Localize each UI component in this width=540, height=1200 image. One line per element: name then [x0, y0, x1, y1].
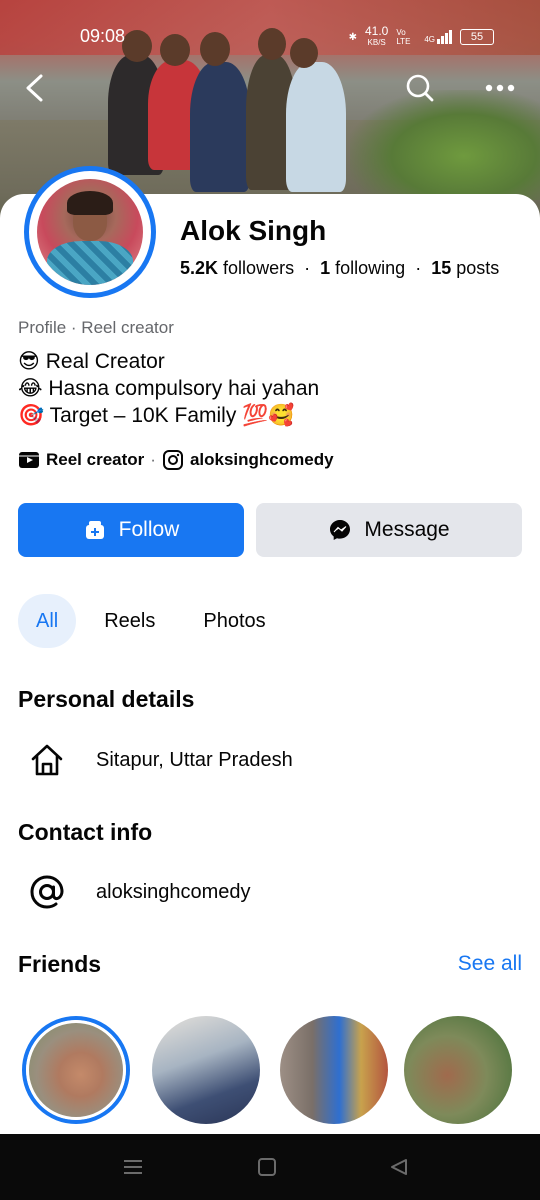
profile-tabs: All Reels Photos	[18, 594, 284, 648]
profile-stats: 5.2K followers · 1 following · 15 posts	[180, 258, 500, 278]
posts-link[interactable]: 15 posts	[431, 258, 499, 278]
follow-button[interactable]: Follow	[18, 503, 244, 557]
messenger-icon	[330, 520, 351, 540]
reel-icon	[19, 452, 39, 468]
status-time: 09:08	[80, 26, 126, 46]
at-sign-icon	[30, 875, 64, 909]
tab-reels[interactable]: Reels	[86, 594, 173, 648]
contact-info-title: Contact info	[18, 819, 153, 845]
follow-label: Follow	[118, 518, 180, 541]
avatar-image	[37, 179, 143, 285]
follow-icon	[85, 521, 104, 539]
friend-avatar[interactable]	[22, 1016, 130, 1124]
system-back-button[interactable]	[384, 1154, 414, 1180]
profile-links: Reel creator · aloksinghcomedy	[18, 449, 334, 471]
see-all-friends-link[interactable]: See all	[458, 952, 522, 976]
location-text: Sitapur, Uttar Pradesh	[96, 748, 293, 771]
back-button[interactable]	[14, 68, 54, 108]
bio-line: 🎯 Target – 10K Family 💯🥰	[18, 404, 295, 427]
home-button[interactable]	[252, 1154, 282, 1180]
friends-title: Friends	[18, 951, 102, 977]
message-button[interactable]: Message	[256, 503, 522, 557]
profile-bio: 😎 Real Creator 😂 Hasna compulsory hai ya…	[18, 348, 319, 429]
following-link[interactable]: 1 following	[320, 258, 405, 278]
status-icons: ✱ 41.0 KB/S Vo LTE 4G 55	[348, 24, 494, 48]
back-arrow-icon	[26, 74, 43, 102]
recents-button[interactable]	[118, 1154, 148, 1180]
tab-photos[interactable]: Photos	[185, 594, 283, 648]
followers-link[interactable]: 5.2K followers	[180, 258, 294, 278]
battery-icon: 55	[460, 29, 494, 45]
contact-row[interactable]: aloksinghcomedy	[18, 870, 251, 914]
menu-icon	[124, 1160, 142, 1174]
bio-line: 😎 Real Creator	[18, 350, 165, 373]
instagram-icon	[162, 450, 183, 470]
top-navigation	[0, 68, 540, 112]
bio-line: 😂 Hasna compulsory hai yahan	[18, 377, 320, 400]
friend-avatar[interactable]	[280, 1016, 388, 1124]
more-icon	[485, 84, 515, 92]
message-label: Message	[364, 518, 450, 541]
status-bar: 09:08 ✱ 41.0 KB/S Vo LTE 4G 55	[0, 0, 540, 70]
profile-avatar[interactable]	[24, 166, 156, 298]
triangle-back-icon	[391, 1159, 407, 1175]
search-button[interactable]	[400, 68, 440, 108]
contact-handle: aloksinghcomedy	[96, 880, 251, 903]
square-icon	[258, 1158, 276, 1176]
profile-name: Alok Singh	[180, 215, 327, 246]
instagram-link[interactable]: aloksinghcomedy	[190, 450, 334, 470]
home-icon	[31, 744, 63, 776]
profile-category: Profile · Reel creator	[18, 318, 174, 337]
reel-creator-label: Reel creator	[46, 450, 145, 469]
signal-icon: 4G	[424, 30, 452, 44]
net-speed: 41.0 KB/S	[364, 24, 389, 47]
search-icon	[406, 74, 434, 102]
friend-avatar[interactable]	[404, 1016, 512, 1124]
tab-all[interactable]: All	[18, 594, 77, 648]
more-options-button[interactable]	[480, 68, 520, 108]
friend-avatar[interactable]	[152, 1016, 260, 1124]
bluetooth-icon: ✱	[348, 31, 357, 43]
location-row: Sitapur, Uttar Pradesh	[18, 738, 293, 782]
system-navigation-bar	[0, 1134, 540, 1200]
personal-details-title: Personal details	[18, 686, 195, 712]
volte-icon: Vo LTE	[396, 28, 411, 46]
